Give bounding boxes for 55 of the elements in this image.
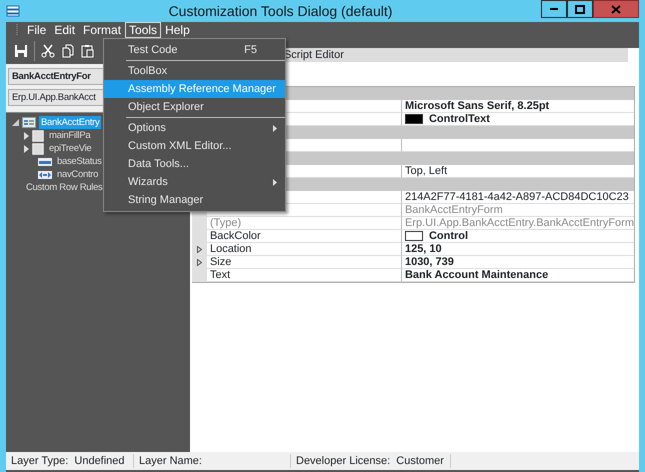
expander-icon[interactable]	[24, 132, 29, 140]
menu-item[interactable]: Edit	[50, 22, 80, 38]
property-name: Text	[206, 269, 402, 282]
status-text: Layer Type: Undefined	[6, 454, 134, 468]
status-text: Developer License: Customer	[291, 454, 451, 468]
property-value: Microsoft Sans Serif, 8.25pt	[404, 100, 550, 112]
paste-icon[interactable]	[81, 44, 95, 58]
minimize-button[interactable]	[541, 0, 567, 18]
menu-item[interactable]: Data Tools...	[104, 155, 285, 173]
property-value: Bank Account Maintenance	[404, 269, 548, 281]
expand-icon[interactable]	[196, 246, 202, 253]
close-icon	[611, 4, 621, 14]
close-button[interactable]	[593, 0, 639, 18]
expand-icon[interactable]	[196, 259, 202, 266]
property-name: Size	[206, 256, 402, 269]
copy-icon[interactable]	[61, 44, 75, 58]
maximize-button[interactable]	[567, 0, 593, 18]
property-value: ControlText	[428, 113, 490, 125]
panel-icon	[32, 130, 44, 142]
maximize-icon	[575, 4, 585, 14]
property-name: Location	[206, 243, 402, 256]
property-name: (Type)	[206, 217, 402, 230]
property-value: 125, 10	[404, 243, 442, 255]
status-text: Layer Name:	[134, 454, 291, 468]
menu-item[interactable]: String Manager	[104, 191, 285, 209]
menu-item[interactable]: Test Code F5	[104, 41, 285, 59]
property-value: Top, Left	[404, 165, 448, 177]
expander-icon[interactable]	[12, 119, 19, 126]
minimize-icon	[550, 8, 558, 10]
tree-item[interactable]: Custom Row Rules	[24, 181, 105, 194]
property-value: 214A2F77-4181-4a42-A897-ACD84DC10C23	[404, 191, 629, 203]
menu-item[interactable]: Tools	[125, 22, 162, 38]
tree-item[interactable]: epiTreeVie	[47, 142, 94, 155]
property-name: BackColor	[206, 230, 402, 243]
menu-item[interactable]: Format	[79, 22, 126, 38]
cut-icon[interactable]	[41, 44, 55, 58]
tree-item[interactable]: mainFillPa	[47, 129, 92, 142]
window-title: Customization Tools Dialog (default)	[168, 2, 394, 21]
menu-item[interactable]: Options	[104, 119, 285, 137]
menu-item[interactable]: Wizards	[104, 173, 285, 191]
menu-item[interactable]: Custom XML Editor...	[104, 137, 285, 155]
property-value: BankAcctEntryForm	[404, 204, 503, 216]
tree-item[interactable]: baseStatus	[55, 155, 104, 168]
property-value: Erp.UI.App.BankAcctEntry.BankAcctEntryForm	[404, 217, 634, 229]
panel-icon	[32, 142, 44, 154]
property-value: 1030, 739	[404, 256, 454, 268]
form-icon	[22, 117, 36, 128]
app-icon	[6, 5, 20, 17]
menu-item[interactable]: File	[23, 22, 50, 38]
navigator-icon	[38, 170, 52, 178]
menu-item[interactable]: Help	[161, 22, 194, 38]
status-bar-icon	[38, 158, 52, 166]
expander-icon[interactable]	[24, 144, 29, 152]
property-value: Control	[428, 230, 468, 242]
tree-item[interactable]: navContro	[55, 168, 100, 181]
